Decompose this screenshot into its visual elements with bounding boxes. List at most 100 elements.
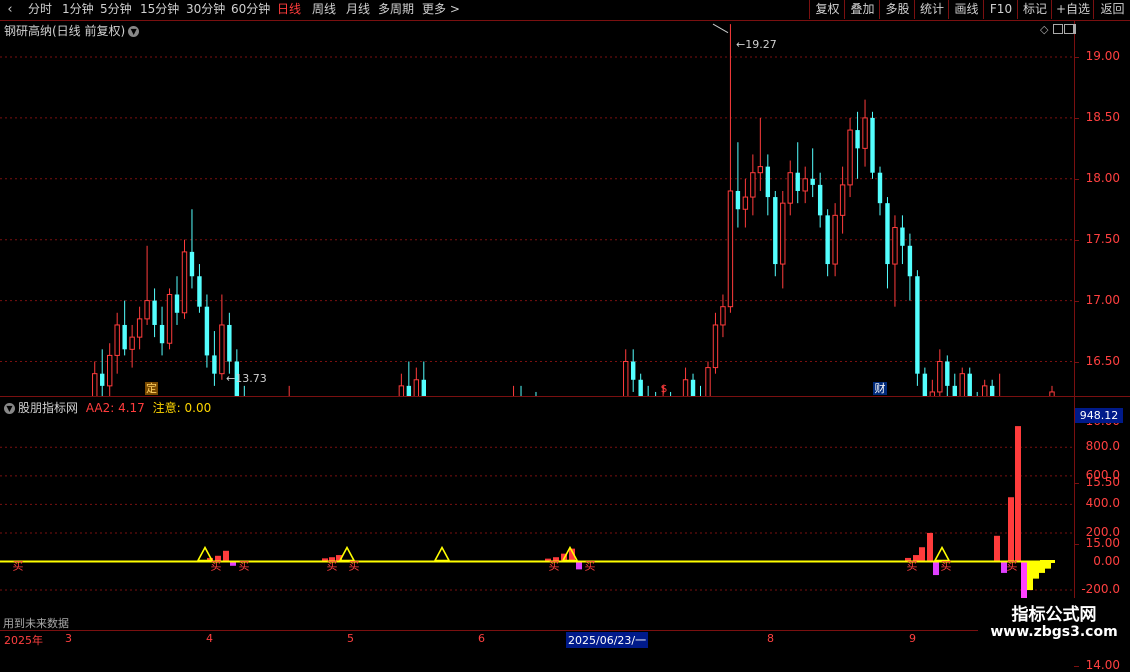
tab-5min[interactable]: 5分钟 [100,0,132,20]
date-axis-month-4: 4 [206,632,213,645]
candle-body-down [204,306,210,356]
candle-body-up [959,373,965,396]
mark-button[interactable]: 标记 [1017,0,1052,19]
price-tick-mark [1074,57,1079,58]
indicator-bar [927,532,933,562]
date-axis-month-8: 8 [767,632,774,645]
date-axis-border [0,630,1130,631]
candle-body-down [421,379,426,396]
chevron-left-icon[interactable]: ‹ [0,0,20,20]
tab-daily[interactable]: 日线 [277,0,301,20]
candle-body-down [100,373,105,386]
candle-body-down [735,190,741,210]
multi-stock-button[interactable]: 多股 [879,0,915,19]
candle-body-up [219,324,225,375]
tab-1min[interactable]: 1分钟 [62,0,94,20]
indicator-bar [994,535,1000,562]
price-tick-mark [1074,117,1079,119]
buy-signal-label: 买 [549,560,560,573]
right-axis-border [1074,21,1075,631]
indicator-tick-label: 200.0 [1085,524,1120,539]
candle-body-down [922,373,928,396]
f10-button[interactable]: F10 [983,0,1018,19]
price-tick-mark [1074,178,1079,180]
watermark: 指标公式网 www.zbgs3.com [978,598,1130,650]
candle-body-up [166,294,173,344]
candle-body-up [682,379,689,396]
indicator-bar [1033,561,1039,579]
candle-body-down [907,245,913,277]
candle-body-down [900,227,905,246]
candle-body-up [398,385,405,396]
candle-body-up [742,196,749,210]
candle-body-up [832,214,838,265]
candle-body-down [174,294,180,313]
price-tick-label: 18.00 [1085,170,1120,185]
current-value-badge: 948.12 [1075,408,1123,423]
event-tag-dollar[interactable]: $ [659,382,669,395]
event-tag-ding[interactable]: 定 [145,382,158,395]
candlestick-chart [0,23,1074,396]
restore-rights-button[interactable]: 复权 [809,0,845,19]
price-tick-mark [1074,239,1079,241]
candle-body-up [892,227,898,265]
candle-body-down [855,130,860,149]
indicator-bar [1027,561,1033,591]
overlay-button[interactable]: 叠加 [844,0,880,19]
tab-60min[interactable]: 60分钟 [231,0,270,20]
candle-body-down [945,361,950,386]
event-tag-cai[interactable]: 财 [873,382,887,395]
price-tick-label: 18.50 [1085,109,1120,124]
candle-body-up [929,391,936,396]
candle-body-down [765,166,771,198]
candle-body-up [181,251,188,314]
candle-body-up [757,166,764,174]
candle-body-up [107,354,113,387]
candle-body-up [787,172,793,204]
candle-body-down [817,184,823,216]
price-tick-mark [1074,361,1079,363]
candle-body-down [189,251,195,277]
candle-body-down [952,385,957,396]
watermark-url: www.zbgs3.com [990,624,1118,640]
price-tick-mark [1074,666,1079,667]
buy-signal-label: 买 [941,560,952,573]
candle-body-down [631,361,636,380]
date-axis-month-5: 5 [347,632,354,645]
candle-body-up [862,117,868,149]
price-tick-mark [1074,544,1079,546]
add-watchlist-button[interactable]: +自选 [1051,0,1094,19]
candle-body-up [92,373,98,396]
candle-body-up [114,324,120,356]
candle-body-down [877,172,883,204]
price-tick-label: 14.00 [1085,658,1120,672]
tab-weekly[interactable]: 周线 [312,0,336,20]
candle-body-up [847,129,853,186]
indicator-tick-label: 600.0 [1085,467,1120,482]
indicator-bar [1021,561,1027,600]
candle-body-down [122,324,127,350]
tab-multi-period[interactable]: 多周期 [378,0,414,20]
price-tick-label: 17.00 [1085,292,1120,307]
candle-body-down [989,385,995,396]
candle-body-down [638,379,643,396]
candle-body-down [795,172,800,191]
indicator-tick-label: 0.00 [1093,553,1120,568]
candle-body-down [152,300,157,325]
future-data-note: 用到未来数据 [3,617,69,630]
high-price-label: ←19.27 [736,38,777,51]
candle-body-up [981,385,988,396]
date-axis-year: 2025年 [4,634,43,647]
indicator-bar [576,561,582,570]
tab-more[interactable]: 更多 > [422,0,460,20]
tab-30min[interactable]: 30分钟 [186,0,225,20]
tab-15min[interactable]: 15分钟 [140,0,179,20]
tab-monthly[interactable]: 月线 [346,0,370,20]
statistics-button[interactable]: 统计 [914,0,949,19]
tab-fenshi[interactable]: 分时 [28,0,52,20]
indicator-bar [1039,561,1045,573]
return-button[interactable]: 返回 [1093,0,1130,19]
watermark-title: 指标公式网 [1011,605,1097,625]
candle-body-down [967,373,972,396]
draw-line-button[interactable]: 画线 [948,0,984,19]
